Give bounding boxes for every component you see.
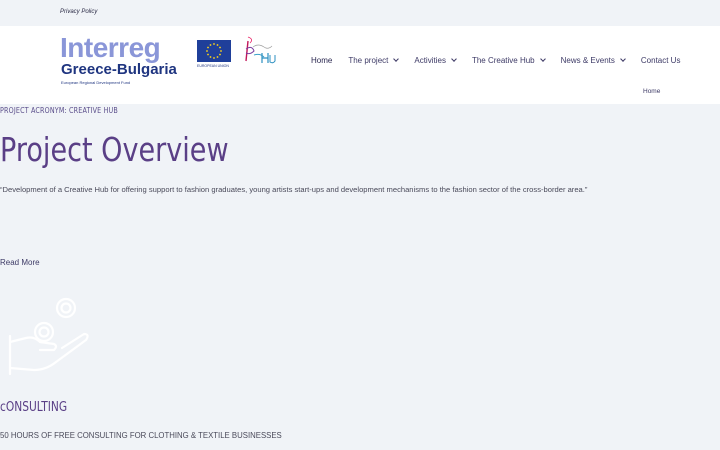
page-title: Project Overview <box>0 130 229 169</box>
creative-hub-logo-icon <box>240 35 280 69</box>
eu-label-text: EUROPEAN UNION <box>197 64 229 68</box>
logo-interreg-text: Interreg <box>60 32 161 63</box>
chevron-down-icon <box>539 56 546 62</box>
privacy-policy-link[interactable]: Privacy Policy <box>60 9 97 15</box>
service-subtitle: 50 HOURS OF FREE CONSULTING FOR CLOTHING… <box>0 431 282 440</box>
nav-item-label: The project <box>348 56 389 65</box>
logo-region-text: Greece-Bulgaria <box>61 61 177 78</box>
breadcrumb[interactable]: Home <box>643 88 660 95</box>
main-nav: Home The project Activities The Creative… <box>311 56 696 65</box>
nav-item-contact-us[interactable]: Contact Us <box>641 56 681 65</box>
nav-item-activities[interactable]: Activities <box>414 56 457 65</box>
eu-flag-icon <box>197 40 231 62</box>
nav-item-news-events[interactable]: News & Events <box>560 56 626 65</box>
nav-item-label: Contact Us <box>640 56 681 65</box>
nav-item-label: Activities <box>414 56 446 65</box>
nav-item-label: News & Events <box>560 56 615 65</box>
chevron-down-icon <box>451 56 457 62</box>
nav-item-the-project[interactable]: The project <box>348 56 400 65</box>
service-title: cONSULTING <box>0 400 68 415</box>
nav-item-creative-hub[interactable]: The Creative Hub <box>471 56 546 65</box>
site-header: Interreg Greece-Bulgaria European Region… <box>0 26 720 104</box>
nav-item-label: Home <box>311 56 333 65</box>
project-acronym: PROJECT ACRONYM: CREATIVE HUB <box>0 106 118 115</box>
chevron-down-icon <box>393 56 400 62</box>
hand-coin-icon <box>6 296 94 376</box>
nav-item-label: The Creative Hub <box>471 56 535 65</box>
read-more-link[interactable]: Read More <box>0 258 40 267</box>
nav-item-home[interactable]: Home <box>311 56 332 65</box>
logo-fund-text: European Regional Development Fund <box>61 80 131 85</box>
top-bar: Privacy Policy <box>0 0 720 26</box>
chevron-down-icon <box>620 56 626 62</box>
project-description: “Development of a Creative Hub for offer… <box>0 185 588 194</box>
interreg-logo[interactable]: Interreg Greece-Bulgaria European Region… <box>60 33 280 89</box>
